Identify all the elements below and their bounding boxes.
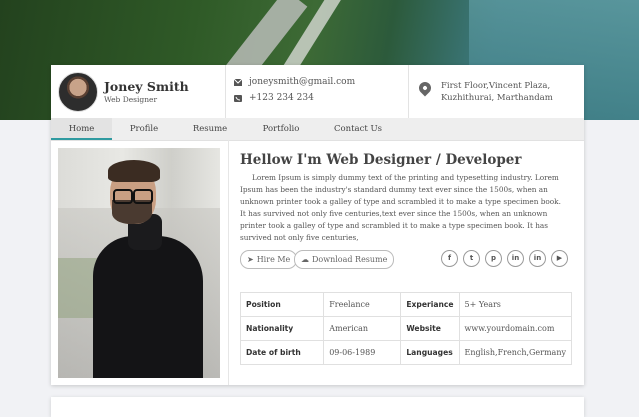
tab-resume[interactable]: Resume (183, 118, 237, 140)
table-row: Nationality American Website www.yourdom… (239, 316, 573, 341)
page-title: Hellow I'm Web Designer / Developer (240, 152, 522, 168)
profile-photo (58, 148, 220, 378)
tab-contact-us[interactable]: Contact Us (326, 118, 390, 140)
pinterest-icon[interactable]: p (485, 250, 502, 267)
linkedin-icon[interactable]: in (529, 250, 546, 267)
table-key: Languages (400, 340, 460, 365)
photo-person (113, 189, 133, 204)
table-value: English,French,Germany (458, 340, 573, 365)
address: First Floor,Vincent Plaza, Kuzhithurai, … (441, 80, 553, 104)
table-key: Experiance (400, 292, 460, 317)
address-line-2: Kuzhithurai, Marthandam (441, 93, 553, 103)
location-pin-icon (416, 79, 434, 97)
website-link[interactable]: www.yourdomain.com (458, 316, 573, 341)
profile-header: Joney Smith Web Designer joneysmith@gmai… (51, 65, 584, 119)
profile-card: Joney Smith Web Designer joneysmith@gmai… (51, 65, 584, 385)
photo-person (133, 189, 153, 204)
paper-plane-icon: ➤ (247, 255, 254, 264)
address-line-1: First Floor,Vincent Plaza, (441, 81, 551, 91)
twitter-icon[interactable]: t (463, 250, 480, 267)
avatar (58, 72, 98, 112)
youtube-icon[interactable]: ▶ (551, 250, 568, 267)
photo-person (108, 160, 160, 182)
table-value: American (323, 316, 402, 341)
info-table: Position Freelance Experiance 5+ Years N… (239, 292, 573, 365)
divider (408, 65, 409, 118)
table-key: Website (400, 316, 460, 341)
email-icon (234, 79, 242, 86)
photo-person (93, 236, 203, 378)
profile-role: Web Designer (104, 95, 158, 104)
table-row: Position Freelance Experiance 5+ Years (239, 292, 573, 317)
tab-portfolio[interactable]: Portfolio (254, 118, 308, 140)
table-value: 09-06-1989 (323, 340, 402, 365)
table-value: Freelance (323, 292, 402, 317)
hire-me-label: Hire Me (256, 255, 291, 264)
cloud-download-icon: ☁ (301, 255, 309, 264)
photo-background (58, 258, 98, 318)
email-text[interactable]: joneysmith@gmail.com (249, 77, 355, 87)
next-section-card (51, 397, 584, 417)
table-value: 5+ Years (458, 292, 573, 317)
main-nav: Home Profile Resume Portfolio Contact Us (51, 118, 584, 141)
table-key: Nationality (239, 316, 325, 341)
hire-me-button[interactable]: ➤ Hire Me (240, 250, 298, 269)
divider (228, 140, 229, 385)
table-row: Date of birth 09-06-1989 Languages Engli… (239, 340, 573, 365)
divider (225, 65, 226, 118)
bio-text: Lorem Ipsum is simply dummy text of the … (240, 173, 561, 242)
tab-home[interactable]: Home (51, 118, 112, 140)
table-key: Position (239, 292, 325, 317)
download-resume-button[interactable]: ☁ Download Resume (294, 250, 395, 269)
phone-icon (234, 95, 242, 102)
download-resume-label: Download Resume (312, 255, 388, 264)
tab-profile[interactable]: Profile (117, 118, 171, 140)
phone-text[interactable]: +123 234 234 (249, 93, 314, 103)
profile-name: Joney Smith (104, 79, 189, 94)
linkedin-icon[interactable]: in (507, 250, 524, 267)
table-key: Date of birth (239, 340, 325, 365)
facebook-icon[interactable]: f (441, 250, 458, 267)
